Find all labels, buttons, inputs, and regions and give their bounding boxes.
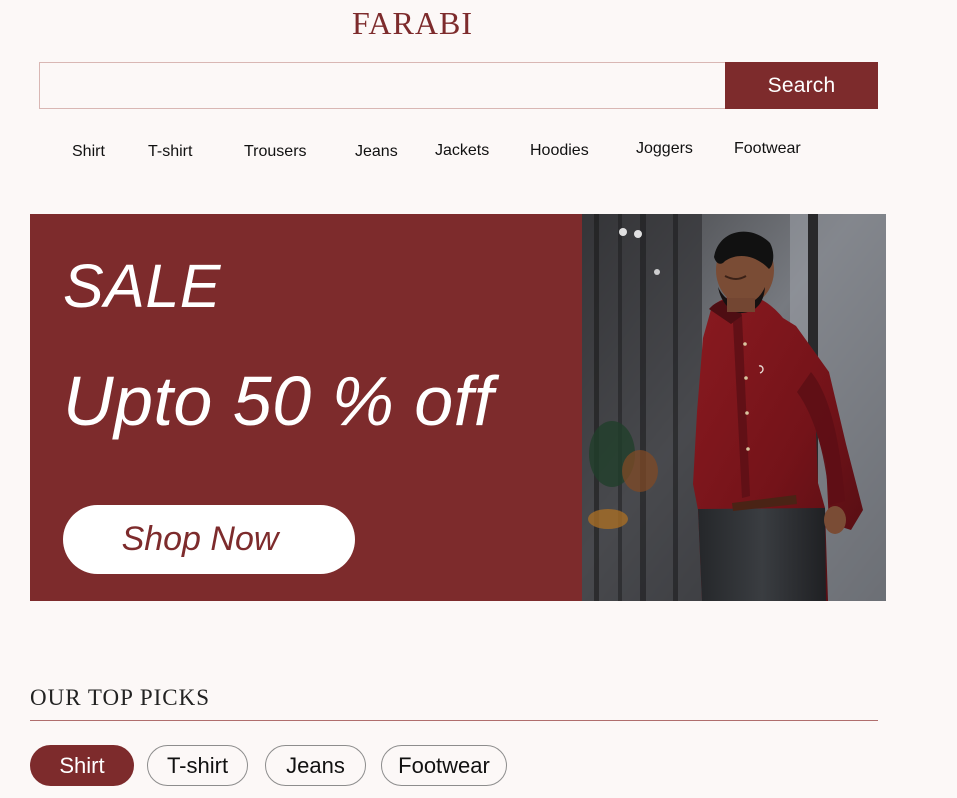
brand-logo-text[interactable]: FARABI (352, 7, 473, 39)
nav-item-shirt[interactable]: Shirt (72, 144, 105, 160)
nav-item-footwear[interactable]: Footwear (734, 141, 801, 157)
nav-item-jackets[interactable]: Jackets (435, 143, 489, 159)
nav-item-joggers[interactable]: Joggers (636, 141, 693, 157)
page: FARABI Search Shirt T-shirt Trousers Jea… (0, 0, 957, 798)
search-button[interactable]: Search (725, 62, 878, 109)
search-input[interactable] (39, 62, 725, 109)
nav-item-t-shirt[interactable]: T-shirt (148, 144, 192, 160)
chip-t-shirt[interactable]: T-shirt (147, 745, 248, 786)
chip-jeans[interactable]: Jeans (265, 745, 366, 786)
top-picks-title: OUR TOP PICKS (30, 685, 211, 710)
category-nav: Shirt T-shirt Trousers Jeans Jackets Hoo… (0, 140, 957, 164)
sale-heading: SALE (63, 252, 221, 320)
search-bar: Search (39, 62, 878, 109)
sale-promo-panel: SALE Upto 50 % off Shop Now (30, 214, 582, 601)
top-picks-divider (30, 720, 878, 721)
chip-shirt[interactable]: Shirt (30, 745, 134, 786)
nav-item-hoodies[interactable]: Hoodies (530, 143, 589, 159)
sale-hero-banner: SALE Upto 50 % off Shop Now (30, 214, 886, 601)
shop-now-button[interactable]: Shop Now (63, 505, 355, 574)
discount-heading: Upto 50 % off (63, 362, 494, 440)
nav-item-jeans[interactable]: Jeans (355, 144, 398, 160)
nav-item-trousers[interactable]: Trousers (244, 144, 307, 160)
hero-model-photo (582, 214, 886, 601)
chip-footwear[interactable]: Footwear (381, 745, 507, 786)
